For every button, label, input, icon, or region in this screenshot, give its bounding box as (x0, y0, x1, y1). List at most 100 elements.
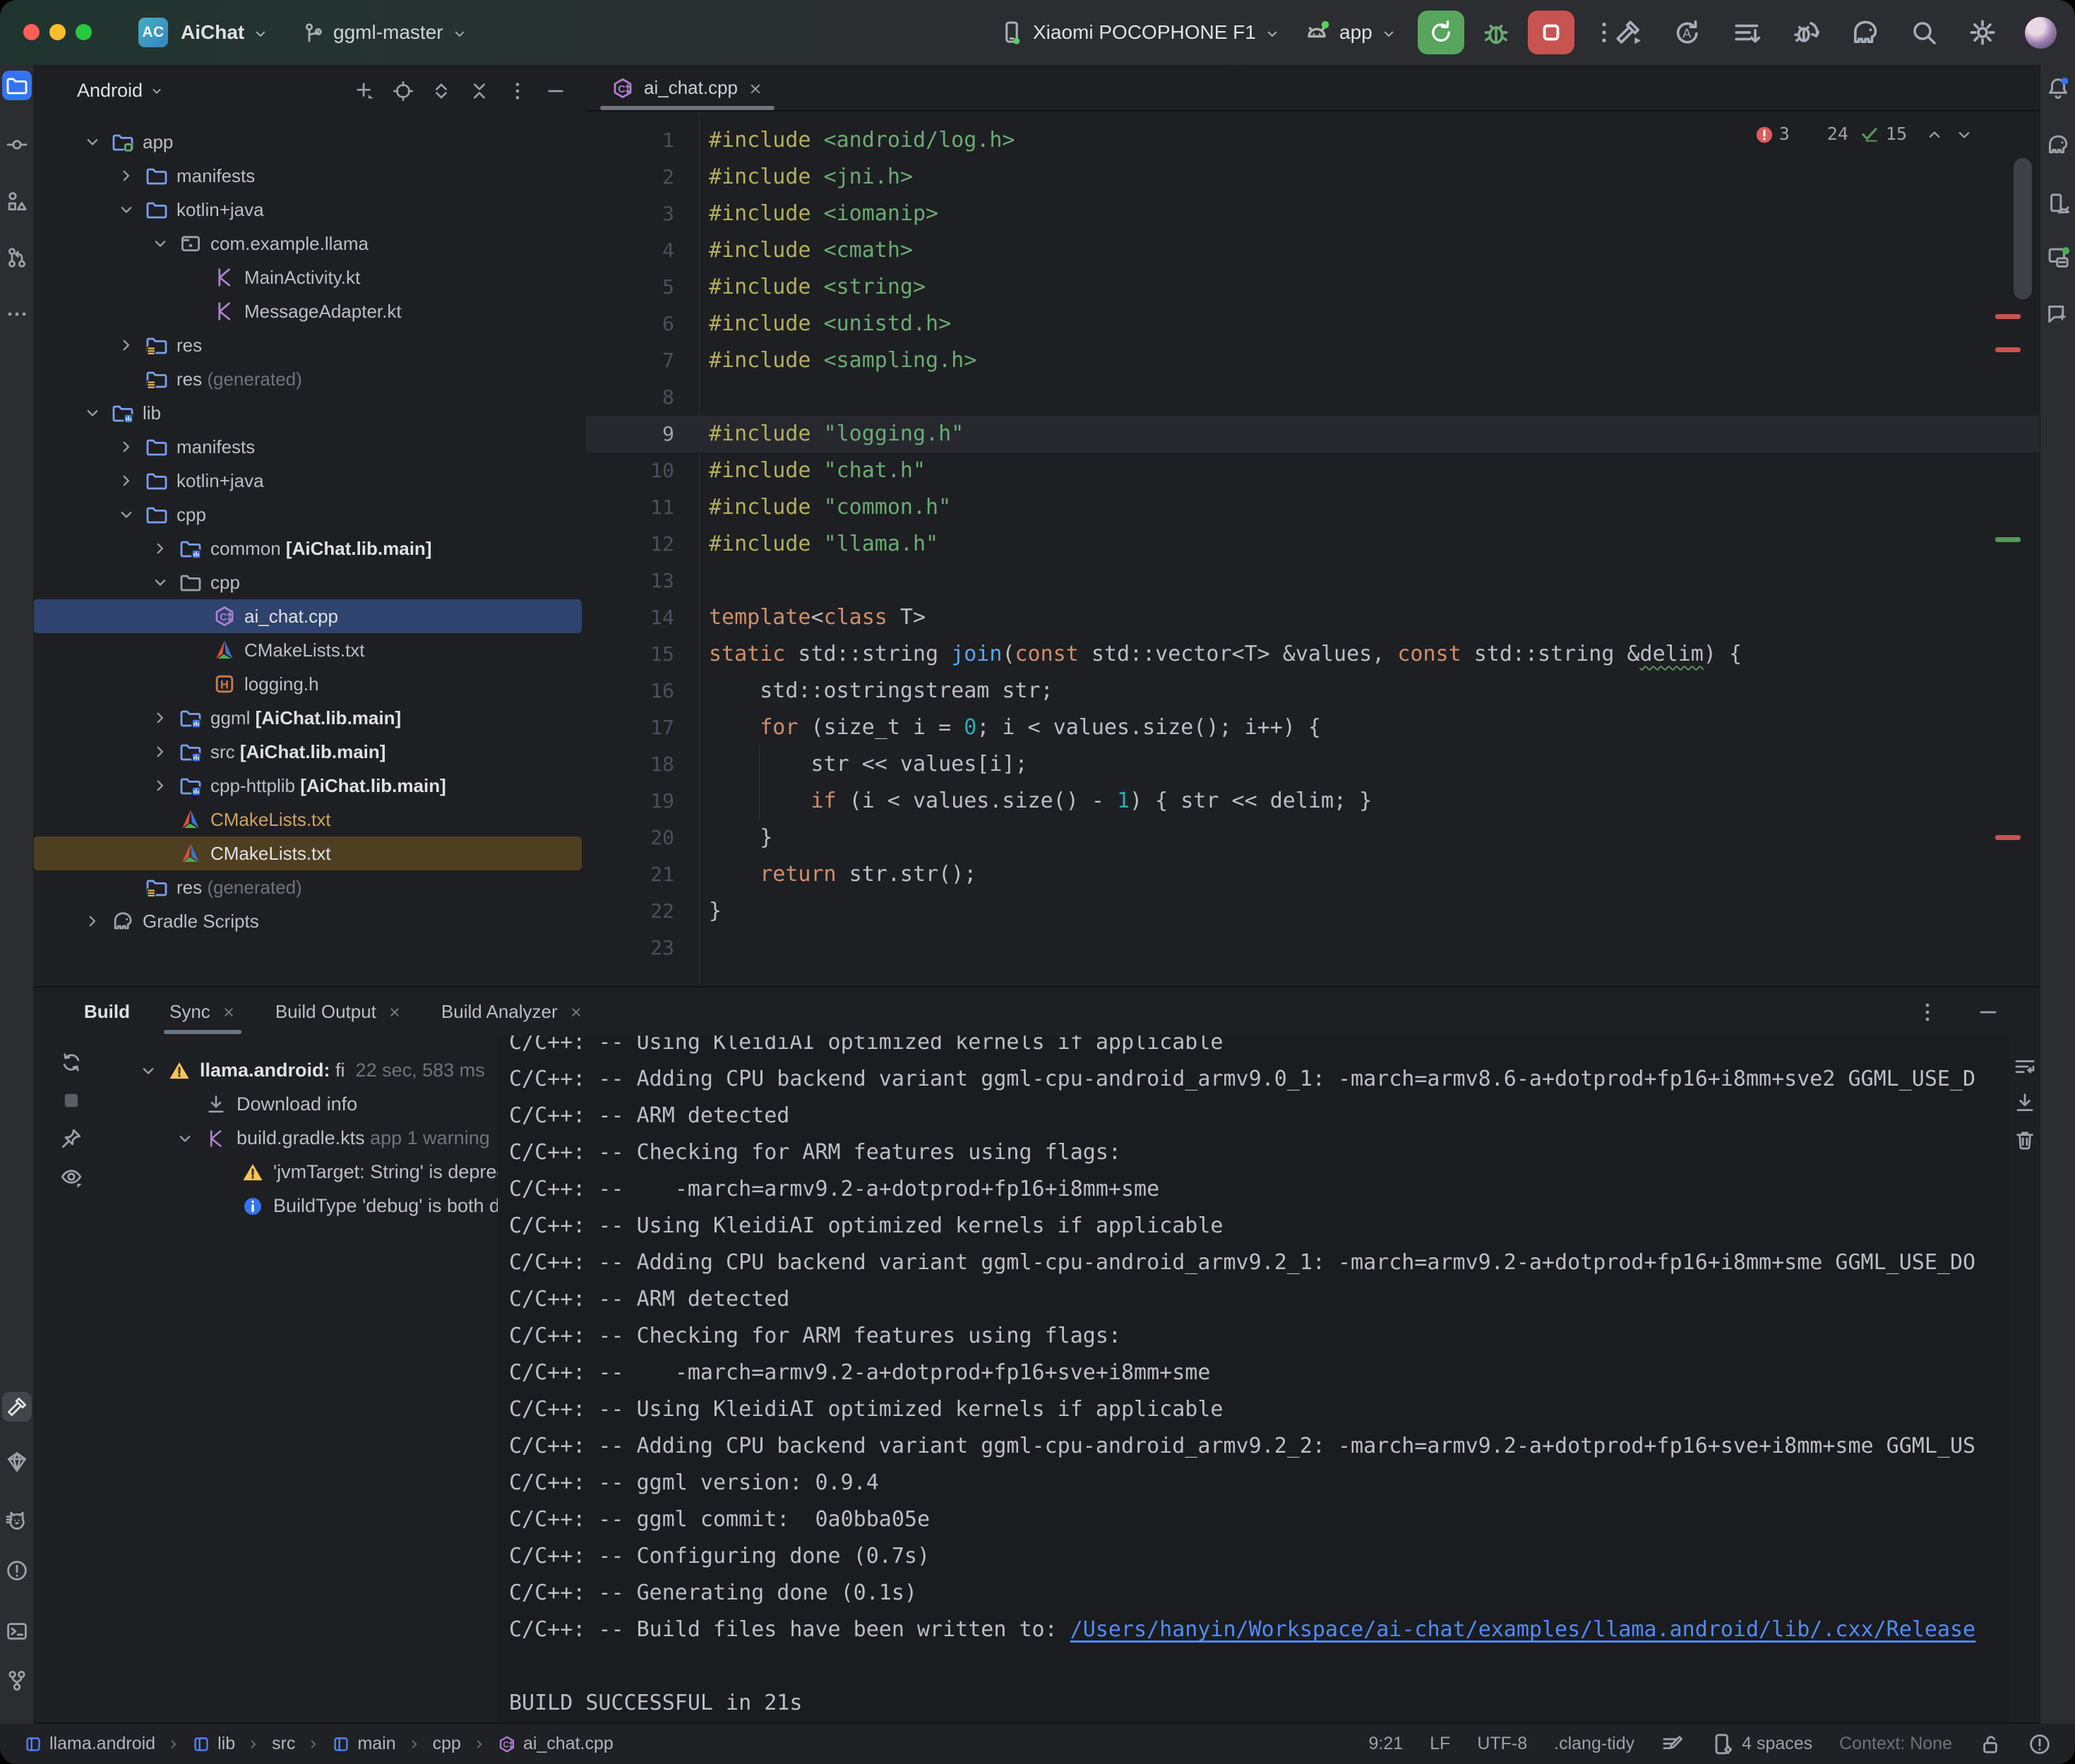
chevron-right-icon[interactable] (117, 336, 136, 354)
line-separator[interactable]: LF (1430, 1734, 1450, 1754)
build-tab-build-analyzer[interactable]: Build Analyzer (441, 1001, 583, 1023)
chevron-down-icon[interactable] (117, 505, 136, 524)
chevron-down-icon[interactable] (151, 573, 169, 592)
inspections-widget[interactable]: 3 24 15 (1754, 123, 1973, 145)
code-line-22[interactable]: 22} (586, 893, 2040, 930)
build-tree-item[interactable]: 'jvmTarget: String' is deprec (33, 1155, 498, 1189)
tree-item-cmakelists-txt[interactable]: CMakeLists.txt (33, 803, 582, 836)
code-line-17[interactable]: 17 for (size_t i = 0; i < values.size();… (586, 709, 2040, 746)
tree-item-mainactivity-kt[interactable]: MainActivity.kt (33, 260, 582, 294)
chevron-down-icon[interactable] (117, 200, 136, 219)
chevron-right-icon[interactable] (151, 776, 169, 795)
expand-all-icon[interactable] (431, 79, 452, 102)
chevron-right-icon[interactable] (117, 438, 136, 456)
error-stripe-mark[interactable] (1995, 314, 2021, 319)
tree-item-res[interactable]: res (generated) (33, 870, 582, 904)
code-line-15[interactable]: 15static std::string join(const std::vec… (586, 636, 2040, 673)
prev-problem-icon[interactable] (1925, 124, 1944, 144)
code-area[interactable]: 1#include <android/log.h>2#include <jni.… (586, 112, 2040, 986)
tree-item-cmakelists-txt[interactable]: CMakeLists.txt (33, 633, 582, 667)
scroll-to-end-icon[interactable] (2014, 1092, 2036, 1115)
code-line-14[interactable]: 14template<class T> (586, 599, 2040, 636)
chevron-right-icon[interactable] (83, 912, 102, 930)
tree-item-manifests[interactable]: manifests (33, 159, 582, 193)
code-line-8[interactable]: 8 (586, 379, 2040, 416)
build-options-icon[interactable] (1916, 1000, 1939, 1023)
tree-item-gradle-scripts[interactable]: Gradle Scripts (33, 904, 582, 938)
code-line-23[interactable]: 23 (586, 930, 2040, 966)
chevron-right-icon[interactable] (117, 167, 136, 185)
breadcrumb-ai-chat-cpp[interactable]: Cai_chat.cpp (498, 1734, 614, 1754)
next-problem-icon[interactable] (1955, 124, 1973, 144)
code-line-9[interactable]: 9#include "logging.h" (586, 416, 2040, 452)
tree-item-app[interactable]: app (33, 125, 582, 159)
tree-item-manifests[interactable]: manifests (33, 430, 582, 464)
breadcrumb-src[interactable]: src (272, 1734, 295, 1754)
error-indicator-icon[interactable] (2028, 1733, 2051, 1756)
close-tab-icon[interactable] (569, 1002, 583, 1021)
caret-position[interactable]: 9:21 (1368, 1734, 1403, 1754)
code-line-7[interactable]: 7#include <sampling.h> (586, 342, 2040, 379)
close-tab-icon[interactable] (748, 77, 763, 99)
rerun-button[interactable] (1418, 11, 1464, 54)
context-indicator[interactable]: Context: None (1839, 1734, 1952, 1754)
clear-icon[interactable] (2014, 1129, 2036, 1151)
tree-item-com-example-llama[interactable]: com.example.llama (33, 227, 582, 260)
tool-stripe-ai-assistant[interactable] (2043, 299, 2073, 329)
tree-item-cpp[interactable]: cpp (33, 565, 582, 599)
tree-item-ggml[interactable]: ggml [AiChat.lib.main] (33, 701, 582, 735)
tool-stripe-gradle[interactable] (2043, 130, 2073, 160)
tool-stripe-terminal[interactable] (2, 1616, 32, 1646)
chevron-down-icon[interactable] (83, 133, 102, 151)
tool-stripe-structure[interactable] (2, 186, 32, 216)
hide-build-icon[interactable] (1977, 1000, 1999, 1023)
close-window-button[interactable] (23, 24, 40, 40)
code-line-21[interactable]: 21 return str.str(); (586, 856, 2040, 893)
unlocked-icon[interactable] (1979, 1733, 2002, 1756)
options-icon[interactable] (507, 79, 528, 102)
build-tab-build-output[interactable]: Build Output (275, 1001, 402, 1023)
tool-stripe-project[interactable] (2, 71, 32, 100)
chevron-right-icon[interactable] (151, 709, 169, 727)
code-line-20[interactable]: 20 } (586, 820, 2040, 856)
editor-scrollbar-thumb[interactable] (2014, 158, 2032, 299)
tool-stripe-running-devices[interactable] (2043, 243, 2073, 272)
tool-stripe-build[interactable] (2, 1392, 32, 1422)
change-stripe-mark[interactable] (1995, 537, 2021, 542)
project-logo[interactable]: AC (138, 18, 168, 47)
tool-stripe-git[interactable] (2, 1666, 32, 1696)
collapse-all-icon[interactable] (469, 79, 490, 102)
build-tree-item[interactable]: llama.android: fi 22 sec, 583 ms (33, 1053, 498, 1087)
tree-item-res[interactable]: res (generated) (33, 362, 582, 396)
avatar[interactable] (2025, 17, 2057, 49)
tool-stripe-problems[interactable] (2, 1556, 32, 1585)
device-stream-button[interactable] (1732, 18, 1762, 47)
project-view-selector[interactable]: Android (77, 80, 164, 102)
tree-item-cmakelists-txt[interactable]: CMakeLists.txt (33, 836, 582, 870)
indent-config[interactable]: 4 spaces (1711, 1732, 1812, 1756)
chevron-right-icon[interactable] (117, 472, 136, 490)
soft-wrap-icon[interactable] (2014, 1055, 2036, 1078)
chevron-down-icon[interactable] (151, 234, 169, 253)
chevron-right-icon[interactable] (151, 743, 169, 761)
tree-item-kotlin-java[interactable]: kotlin+java (33, 464, 582, 498)
tree-item-ai-chat-cpp[interactable]: Cai_chat.cpp (33, 599, 582, 633)
build-tree-item[interactable]: build.gradle.kts app 1 warning (33, 1121, 498, 1155)
chevron-right-icon[interactable] (151, 539, 169, 558)
breadcrumb-lib[interactable]: lib (192, 1734, 235, 1754)
code-line-19[interactable]: 19 if (i < values.size() - 1) { str << d… (586, 783, 2040, 820)
tree-item-logging-h[interactable]: Hlogging.h (33, 667, 582, 701)
tree-item-res[interactable]: res (33, 328, 582, 362)
tool-stripe-commit[interactable] (2, 130, 32, 160)
tree-item-src[interactable]: src [AiChat.lib.main] (33, 735, 582, 769)
stop-button[interactable] (1528, 11, 1574, 54)
tool-stripe-pull-requests[interactable] (2, 243, 32, 272)
tree-item-cpp-httplib[interactable]: cpp-httplib [AiChat.lib.main] (33, 769, 582, 803)
code-line-18[interactable]: 18 str << values[i]; (586, 746, 2040, 783)
code-style-config[interactable]: .clang-tidy (1554, 1734, 1634, 1754)
tree-item-lib[interactable]: lib (33, 396, 582, 430)
code-line-10[interactable]: 10#include "chat.h" (586, 452, 2040, 489)
sync-translate-button[interactable]: A (1673, 18, 1702, 47)
code-line-12[interactable]: 12#include "llama.h" (586, 526, 2040, 563)
code-line-3[interactable]: 3#include <iomanip> (586, 196, 2040, 232)
